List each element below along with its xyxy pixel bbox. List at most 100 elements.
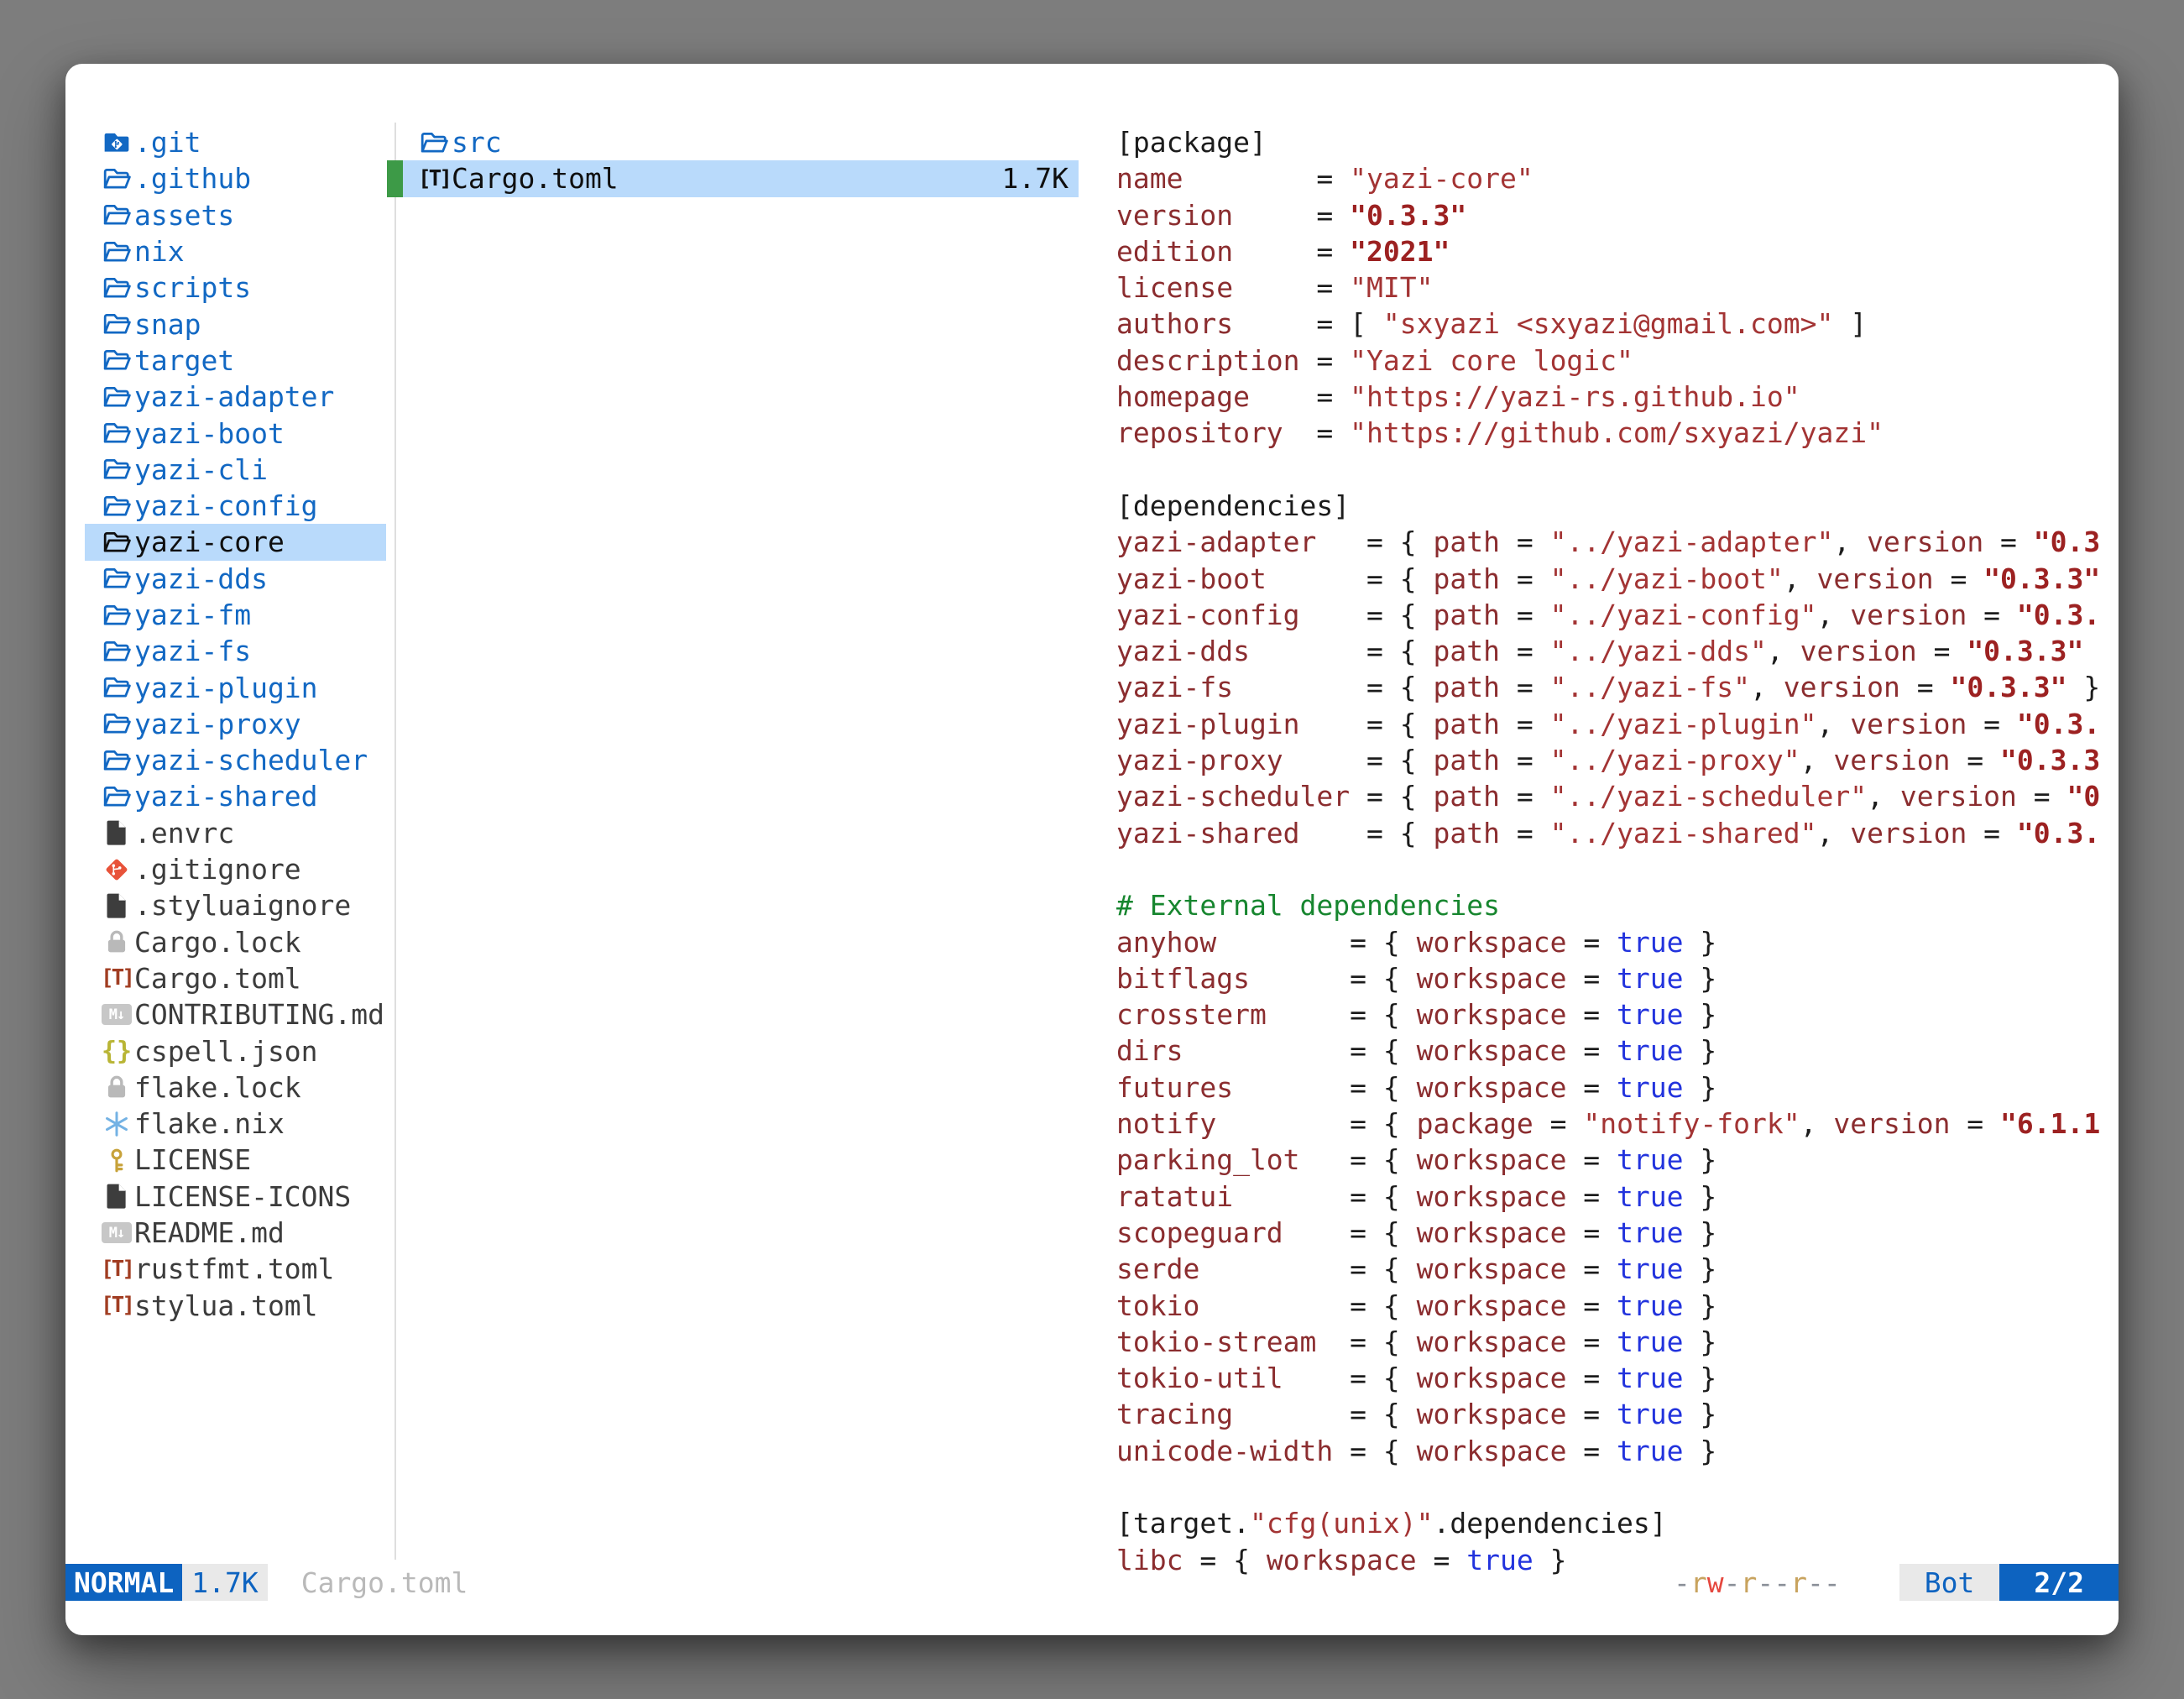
code-segment-key: license: [1116, 271, 1233, 304]
folder-item[interactable]: yazi-scheduler: [85, 742, 386, 778]
folder-item[interactable]: .github: [85, 160, 386, 196]
code-segment-key: yazi-config: [1116, 599, 1300, 631]
code-segment-num: "0.3.3": [1967, 635, 2083, 667]
code-segment-pln: = {: [1233, 1071, 1417, 1104]
file-item[interactable]: [T]rustfmt.toml: [85, 1251, 386, 1287]
file-label: rustfmt.toml: [134, 1252, 334, 1285]
folder-item[interactable]: target: [85, 342, 386, 379]
folder-item[interactable]: yazi-proxy: [85, 706, 386, 742]
code-segment-pln: =: [1983, 525, 2034, 558]
code-segment-pln: .dependencies]: [1434, 1507, 1667, 1540]
folder-item[interactable]: yazi-dds: [85, 561, 386, 597]
folder-item[interactable]: yazi-adapter: [85, 379, 386, 415]
code-segment-num: "6.1.1: [2000, 1107, 2100, 1140]
file-icon: [101, 890, 133, 922]
code-segment-str: "sxyazi <sxyazi@gmail.com>": [1383, 307, 1833, 340]
folder-open-icon: [101, 236, 133, 268]
code-segment-bool: true: [1617, 926, 1683, 959]
preview-line: ratatui = { workspace = true }: [1116, 1179, 2119, 1215]
code-segment-pln: =: [1250, 380, 1350, 413]
folder-item[interactable]: yazi-fm: [85, 597, 386, 633]
code-segment-bool: true: [1617, 1398, 1683, 1430]
file-item[interactable]: M↓README.md: [85, 1215, 386, 1251]
code-segment-key: parking_lot: [1116, 1143, 1300, 1176]
item-marker: [387, 124, 403, 160]
code-segment-bool: true: [1617, 1252, 1683, 1285]
file-item[interactable]: flake.nix: [85, 1106, 386, 1142]
folder-item[interactable]: yazi-plugin: [85, 669, 386, 705]
file-item[interactable]: LICENSE-ICONS: [85, 1179, 386, 1215]
folder-item[interactable]: .git: [85, 124, 386, 160]
code-segment-pln: =: [1566, 1435, 1617, 1467]
file-item[interactable]: Cargo.lock: [85, 924, 386, 960]
file-item[interactable]: .gitignore: [85, 851, 386, 887]
folder-item[interactable]: yazi-shared: [85, 778, 386, 814]
code-segment-str: "https://yazi-rs.github.io": [1350, 380, 1800, 413]
permission-segment: r: [1741, 1566, 1758, 1599]
preview-line: tokio-util = { workspace = true }: [1116, 1360, 2119, 1396]
permission-segment: -: [1674, 1566, 1690, 1599]
file-label: CONTRIBUTING.md: [134, 998, 384, 1031]
folder-item[interactable]: scripts: [85, 269, 386, 306]
code-segment-pln: =: [1566, 1252, 1617, 1285]
status-bar: NORMAL 1.7K Cargo.toml -rw-r--r-- Bot 2/…: [65, 1564, 2119, 1601]
code-segment-pln: =: [1900, 671, 1951, 703]
folder-item[interactable]: yazi-fs: [85, 633, 386, 669]
file-item[interactable]: flake.lock: [85, 1069, 386, 1106]
preview-line: yazi-shared = { path = "../yazi-shared",…: [1116, 815, 2119, 851]
folder-item[interactable]: assets: [85, 197, 386, 233]
code-segment-key: version: [1867, 525, 1983, 558]
preview-line: unicode-width = { workspace = true }: [1116, 1433, 2119, 1469]
file-item[interactable]: LICENSE: [85, 1142, 386, 1178]
markdown-icon: M↓: [101, 1217, 133, 1249]
code-segment-pln: = {: [1250, 962, 1417, 995]
file-label: .envrc: [134, 817, 234, 850]
file-label: Cargo.toml: [452, 162, 619, 195]
file-label: yazi-fs: [134, 635, 251, 667]
code-segment-key: anyhow: [1116, 926, 1216, 959]
file-item[interactable]: [T]Cargo.toml: [85, 960, 386, 996]
file-item[interactable]: {}cspell.json: [85, 1032, 386, 1069]
code-segment-pln: =: [1566, 1180, 1617, 1213]
code-segment-num: "0.3.3": [1350, 199, 1466, 232]
file-label: yazi-config: [134, 489, 318, 522]
code-segment-key: version: [1850, 599, 1967, 631]
preview-line: homepage = "https://yazi-rs.github.io": [1116, 379, 2119, 415]
code-segment-pln: =: [1934, 562, 1984, 595]
preview-line: # External dependencies: [1116, 887, 2119, 923]
code-segment-pln: =: [1283, 416, 1350, 449]
code-segment-key: path: [1434, 599, 1500, 631]
folder-item[interactable]: yazi-config: [85, 488, 386, 524]
file-icon: [101, 1180, 133, 1212]
permission-segment: r: [1790, 1566, 1807, 1599]
preview-line: yazi-plugin = { path = "../yazi-plugin",…: [1116, 706, 2119, 742]
folder-item[interactable]: yazi-boot: [85, 415, 386, 451]
folder-item[interactable]: yazi-core: [85, 524, 386, 560]
folder-item[interactable]: snap: [85, 306, 386, 342]
code-segment-key: unicode-width: [1116, 1435, 1333, 1467]
folder-item[interactable]: src: [387, 124, 1079, 160]
folder-item[interactable]: nix: [85, 233, 386, 269]
current-directory-pane: src[T]Cargo.toml1.7K: [387, 124, 1079, 197]
file-item[interactable]: .envrc: [85, 815, 386, 851]
code-segment-str: "../yazi-shared": [1550, 817, 1817, 850]
preview-line: yazi-proxy = { path = "../yazi-proxy", v…: [1116, 742, 2119, 778]
file-item[interactable]: .styluaignore: [85, 887, 386, 923]
file-item[interactable]: M↓CONTRIBUTING.md: [85, 996, 386, 1032]
nix-icon: [101, 1108, 133, 1140]
code-segment-cmt: # External dependencies: [1116, 889, 1500, 922]
code-segment-key: version: [1850, 817, 1967, 850]
code-segment-key: workspace: [1417, 926, 1567, 959]
file-item[interactable]: [T]stylua.toml: [85, 1288, 386, 1324]
folder-item[interactable]: yazi-cli: [85, 452, 386, 488]
code-segment-pln: = {: [1316, 1325, 1416, 1358]
code-segment-str: "../yazi-config": [1550, 599, 1817, 631]
file-icon: [101, 817, 133, 849]
file-item[interactable]: [T]Cargo.toml1.7K: [387, 160, 1079, 196]
code-segment-key: package: [1417, 1107, 1534, 1140]
code-segment-str: "../yazi-proxy": [1550, 744, 1800, 776]
folder-open-icon: [101, 344, 133, 376]
file-label: yazi-adapter: [134, 380, 334, 413]
permission-segment: --: [1807, 1566, 1841, 1599]
code-segment-pln: = {: [1233, 1180, 1417, 1213]
